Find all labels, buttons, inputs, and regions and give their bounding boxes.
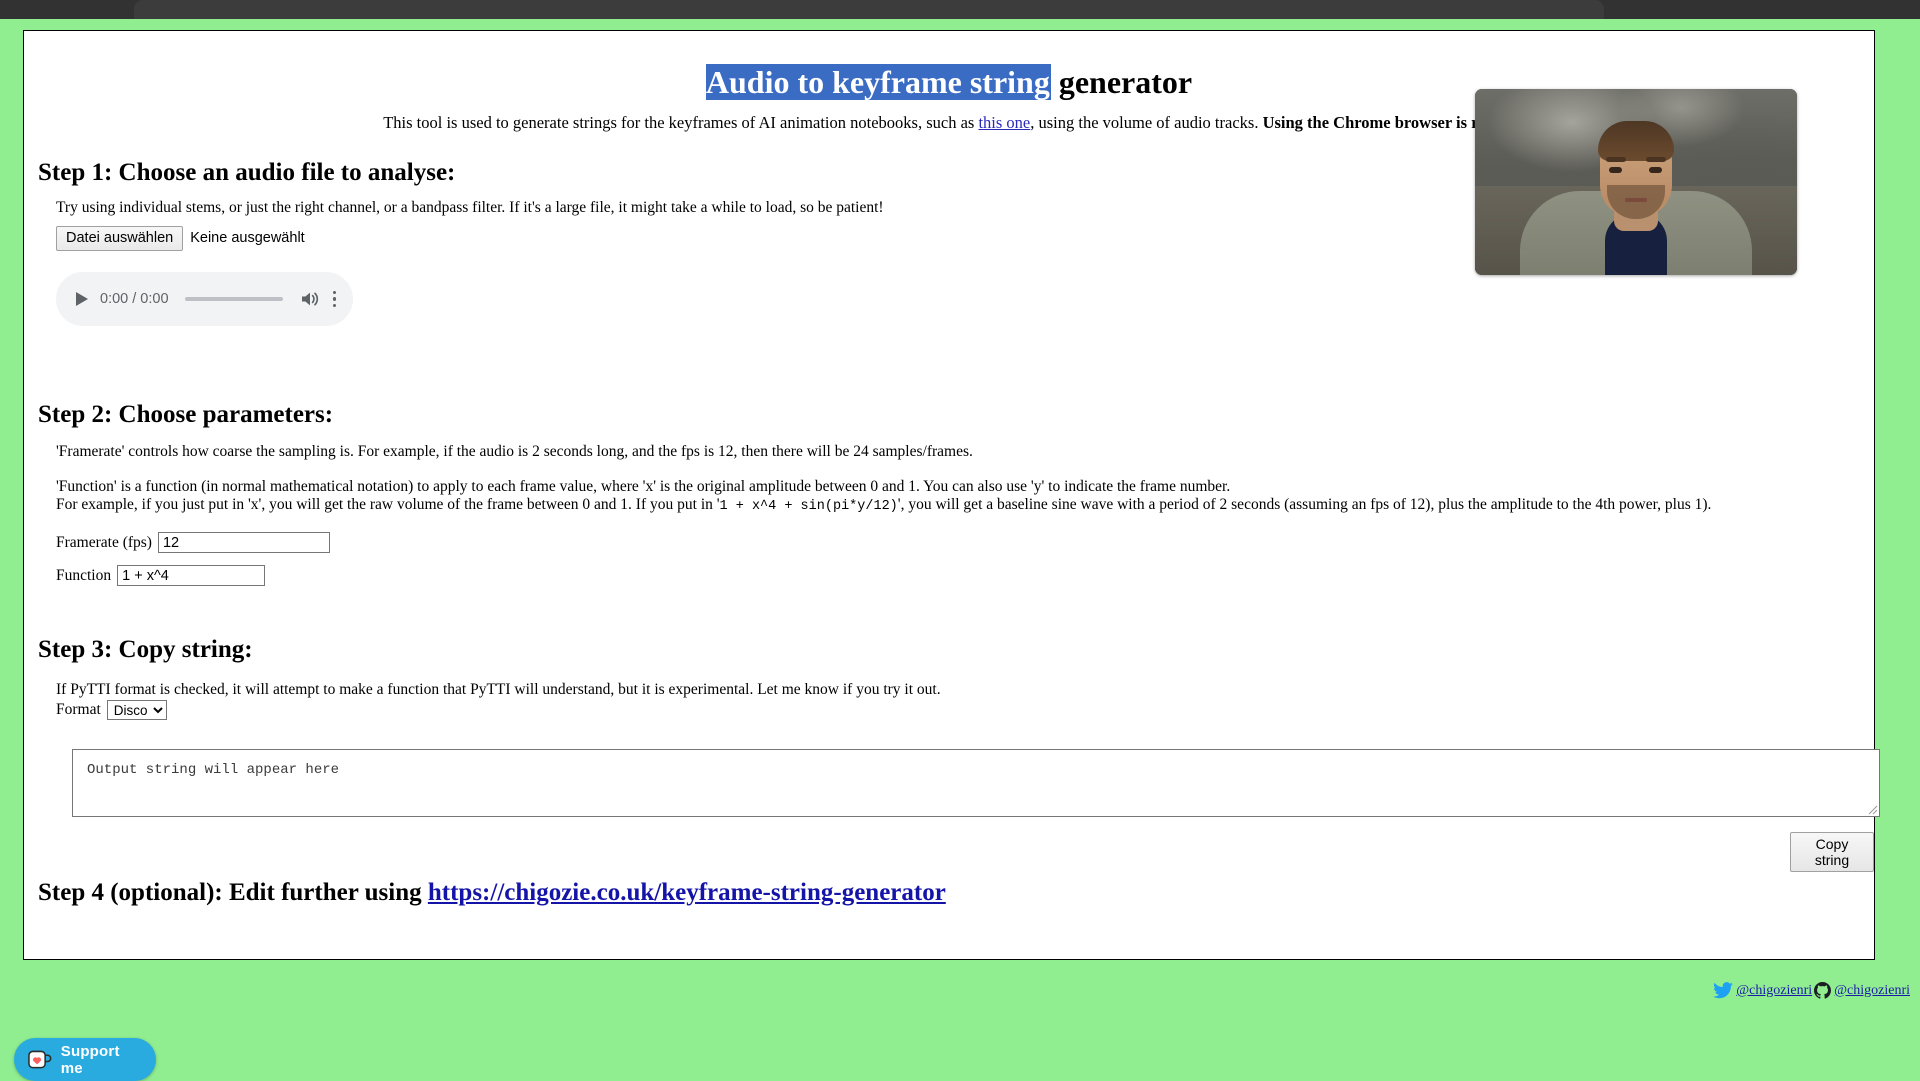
- volume-icon[interactable]: [299, 289, 321, 309]
- twitter-link-group[interactable]: @chigozienri: [1713, 982, 1812, 999]
- page-background: Audio to keyframe string generator This …: [0, 19, 1920, 1081]
- github-icon: [1814, 982, 1832, 999]
- step2-paragraph-function: 'Function' is a function (in normal math…: [56, 478, 1231, 495]
- video-person-eye-right: [1649, 167, 1662, 173]
- framerate-label: Framerate (fps): [56, 533, 152, 551]
- webcam-video-overlay[interactable]: [1475, 89, 1797, 275]
- step2-paragraph-framerate: 'Framerate' controls how coarse the samp…: [56, 443, 973, 460]
- this-one-link[interactable]: this one: [978, 113, 1030, 132]
- step2-paragraph-example: For example, if you just put in 'x', you…: [56, 496, 1711, 514]
- output-string-textarea[interactable]: Output string will appear here: [72, 749, 1880, 817]
- video-person-eye-left: [1609, 167, 1622, 173]
- step3-description: If PyTTI format is checked, it will atte…: [56, 681, 941, 698]
- video-person-mouth: [1625, 198, 1647, 202]
- support-me-label: Support me: [60, 1042, 120, 1077]
- step4-heading: Step 4 (optional): Edit further using ht…: [38, 879, 946, 907]
- video-person-brow-right: [1646, 157, 1666, 162]
- step3-heading: Step 3: Copy string:: [38, 636, 253, 663]
- subtitle-text-before-link: This tool is used to generate strings fo…: [383, 113, 979, 133]
- footer-social-links: @chigozienri @chigozienri: [1713, 982, 1910, 999]
- audio-progress-slider[interactable]: [184, 297, 283, 301]
- kofi-cup-icon: [28, 1050, 52, 1068]
- video-person-hair: [1598, 121, 1674, 161]
- step2-example-before-code: For example, if you just put in 'x', you…: [56, 496, 720, 513]
- file-input-row[interactable]: Datei auswählen Keine ausgewählt: [56, 226, 305, 251]
- github-handle-link[interactable]: @chigozienri: [1834, 983, 1910, 999]
- browser-tab-strip[interactable]: [134, 0, 1604, 19]
- play-icon[interactable]: [76, 292, 88, 306]
- function-label: Function: [56, 566, 112, 584]
- framerate-field-row: Framerate (fps): [56, 532, 330, 553]
- support-me-button[interactable]: Support me: [14, 1038, 156, 1081]
- step1-heading: Step 1: Choose an audio file to analyse:: [38, 159, 456, 186]
- more-vertical-icon[interactable]: [332, 290, 340, 308]
- choose-file-button[interactable]: Datei auswählen: [56, 226, 184, 251]
- keyframe-string-generator-link[interactable]: https://chigozie.co.uk/keyframe-string-g…: [428, 879, 946, 906]
- function-field-row: Function: [56, 565, 266, 586]
- framerate-input[interactable]: [157, 532, 330, 553]
- step1-description: Try using individual stems, or just the …: [56, 199, 884, 216]
- browser-chrome-strip: [0, 0, 1920, 19]
- audio-time-display: 0:00 / 0:00: [100, 291, 169, 307]
- file-status-label: Keine ausgewählt: [190, 230, 305, 247]
- twitter-handle-link[interactable]: @chigozienri: [1736, 983, 1812, 999]
- page-title-partial-selection: g: [1033, 64, 1051, 100]
- step4-heading-prefix: Step 4 (optional): Edit further using: [38, 879, 428, 906]
- format-field-row: Format Disco: [56, 700, 167, 720]
- function-input[interactable]: [117, 565, 266, 586]
- step2-example-code: 1 + x^4 + sin(pi*y/12): [719, 499, 898, 514]
- page-title-selected-text: Audio to keyframe strin: [705, 64, 1034, 100]
- github-link-group[interactable]: @chigozienri: [1814, 982, 1910, 999]
- twitter-icon: [1713, 982, 1734, 999]
- format-label: Format: [56, 701, 101, 718]
- subtitle-text-after-link: , using the volume of audio tracks.: [1030, 113, 1263, 133]
- video-person-brow-left: [1606, 157, 1626, 162]
- page-title-rest: generator: [1050, 64, 1193, 100]
- textarea-resize-grip[interactable]: [1866, 803, 1878, 815]
- copy-string-button[interactable]: Copy string: [1790, 832, 1874, 872]
- format-select[interactable]: Disco: [106, 700, 167, 720]
- step2-example-after-code: ', you will get a baseline sine wave wit…: [897, 496, 1712, 513]
- step2-heading: Step 2: Choose parameters:: [38, 401, 334, 428]
- output-placeholder-text: Output string will appear here: [87, 762, 340, 778]
- audio-player[interactable]: 0:00 / 0:00: [56, 272, 353, 326]
